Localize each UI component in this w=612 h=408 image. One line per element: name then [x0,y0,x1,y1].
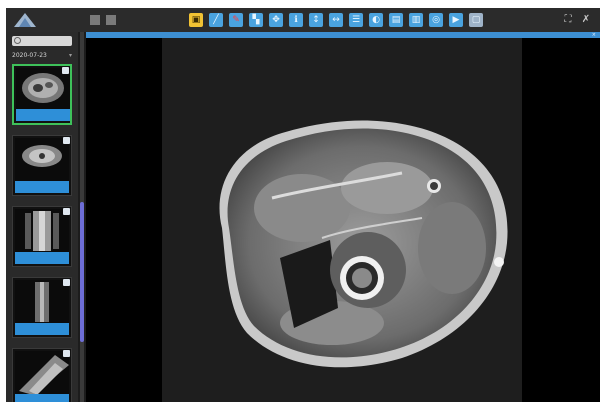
series-badge-icon [63,350,70,357]
info-tool-button[interactable]: ℹ [289,13,303,27]
series-badge-icon [63,208,70,215]
series-badge-icon [62,67,69,74]
sidebar-scrollbar[interactable] [80,32,84,402]
series-thumbnail-image [15,209,69,253]
layout-icon[interactable] [106,15,116,25]
sidebar-scrollbar-thumb[interactable] [80,202,84,342]
series-badge-icon [63,137,70,144]
grid-layout-button[interactable]: ▤ [389,13,403,27]
pan-tool-button[interactable]: ▣ [189,13,203,27]
scroll-tool-button[interactable]: ↕ [309,13,323,27]
move-tool-button[interactable]: ✥ [269,13,283,27]
fullscreen-icon[interactable]: ⛶ [562,14,574,26]
study-date-row[interactable]: 2020-07-23 ▾ [12,51,72,61]
settings-wrench-icon[interactable]: ✗ [580,14,592,26]
cine-tool-button[interactable]: ▶ [449,13,463,27]
mri-axial-slice-image [162,38,522,402]
image-viewport[interactable]: × [86,32,600,402]
dicom-viewer-app: ▣ ╱ ✎ ▚ ✥ ℹ ↕ ↔ ☰ ◐ ▤ ▥ ◎ ▶ ▢ ⛶ ✗ 2020-0… [6,8,600,402]
series-caption [15,394,69,402]
series-badge-icon [63,279,70,286]
flip-horizontal-button[interactable]: ↔ [329,13,343,27]
search-icon [14,37,21,44]
reset-tool-button[interactable]: ▢ [469,13,483,27]
window-level-button[interactable]: ◐ [369,13,383,27]
measure-tool-button[interactable]: ╱ [209,13,223,27]
series-tool-button[interactable]: ▥ [409,13,423,27]
series-search-input[interactable] [12,36,72,46]
chevron-down-icon[interactable]: ▾ [69,51,72,61]
annotate-tool-button[interactable]: ✎ [229,13,243,27]
series-thumbnail[interactable] [12,277,72,338]
invert-tool-button[interactable]: ◎ [429,13,443,27]
series-thumbnail-image [16,68,70,112]
stack-tool-button[interactable]: ☰ [349,13,363,27]
app-logo-icon [14,13,36,27]
series-caption [16,109,70,121]
series-thumbnail-image [15,138,69,182]
series-caption [15,323,69,335]
menu-icon[interactable] [90,15,100,25]
series-thumbnail-image [15,280,69,324]
series-thumbnail[interactable] [12,348,72,402]
series-caption [15,252,69,264]
series-thumbnail[interactable] [12,135,72,196]
series-thumbnail-image [15,351,69,395]
image-canvas[interactable] [162,38,522,402]
viewport-close-icon[interactable]: × [592,32,596,38]
series-caption [15,181,69,193]
top-toolbar: ▣ ╱ ✎ ▚ ✥ ℹ ↕ ↔ ☰ ◐ ▤ ▥ ◎ ▶ ▢ ⛶ ✗ [6,8,600,32]
series-sidebar: 2020-07-23 ▾ [6,32,78,402]
series-thumbnail[interactable] [12,206,72,267]
study-date: 2020-07-23 [12,52,47,59]
zoom-tool-button[interactable]: ▚ [249,13,263,27]
series-thumbnail[interactable] [12,64,72,125]
